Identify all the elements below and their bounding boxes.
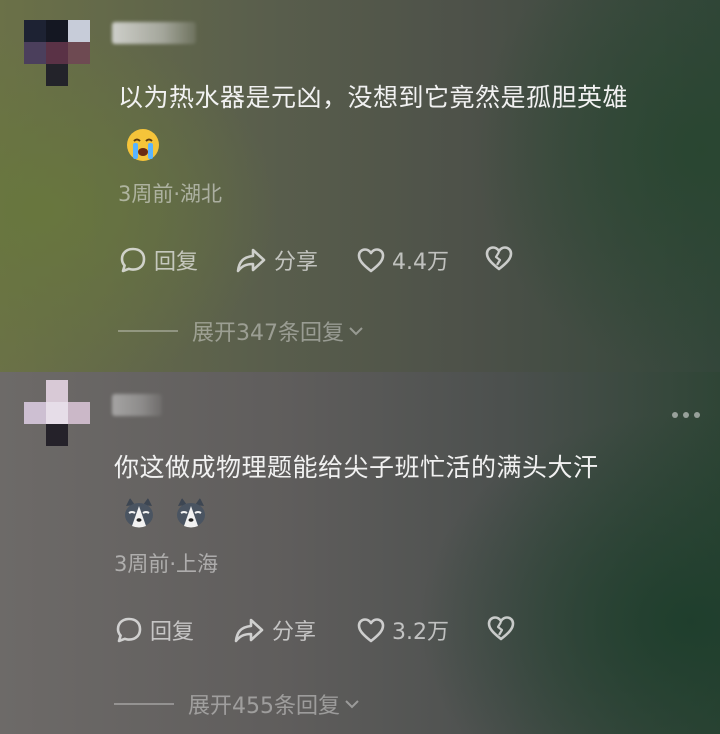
reply-label: 回复 (150, 620, 195, 645)
share-button[interactable]: 分享 (234, 244, 318, 276)
expand-replies-label: 展开455条回复 (188, 694, 340, 719)
chevron-down-icon (349, 327, 363, 336)
comment-bubble-icon (120, 247, 146, 273)
crying-face-icon (127, 129, 159, 161)
like-button[interactable]: 3.2万 (356, 614, 449, 646)
more-dot (694, 412, 700, 418)
comment-actions: 回复 分享 4.4万 (0, 244, 720, 278)
divider-line (118, 330, 178, 332)
like-button[interactable]: 4.4万 (356, 244, 449, 276)
username-blurred[interactable] (112, 394, 162, 416)
reply-label: 回复 (154, 250, 199, 275)
more-dot (683, 412, 689, 418)
share-button[interactable]: 分享 (232, 614, 316, 646)
reply-button[interactable]: 回复 (114, 614, 194, 646)
avatar[interactable] (24, 20, 90, 92)
chevron-down-icon (345, 700, 359, 709)
avatar[interactable] (24, 380, 90, 452)
comment-text: 你这做成物理题能给尖子班忙活的满头大汗 (114, 453, 599, 482)
comment-meta: 3周前·上海 (114, 552, 219, 576)
like-count: 4.4万 (392, 250, 449, 275)
comment-card-2: 你这做成物理题能给尖子班忙活的满头大汗 3周前·上海 回复 分享 3.2万 展开… (0, 372, 720, 734)
dislike-button[interactable] (486, 614, 516, 642)
comment-meta: 3周前·湖北 (118, 182, 223, 206)
like-count: 3.2万 (392, 620, 449, 645)
expand-replies-button[interactable]: 展开347条回复 (118, 315, 364, 347)
reply-button[interactable]: 回复 (118, 244, 198, 276)
share-label: 分享 (272, 620, 317, 645)
husky-dog-face-icon (125, 498, 153, 528)
divider-line (114, 703, 174, 705)
heart-icon (357, 618, 385, 643)
share-arrow-icon (236, 248, 266, 273)
dislike-button[interactable] (484, 244, 514, 272)
expand-replies-label: 展开347条回复 (192, 321, 344, 346)
comment-actions: 回复 分享 3.2万 (0, 614, 720, 648)
more-options-button[interactable] (672, 412, 700, 418)
username-blurred[interactable] (112, 22, 196, 44)
share-label: 分享 (274, 250, 319, 275)
comment-card-1: 以为热水器是元凶，没想到它竟然是孤胆英雄 3周前·湖北 回复 分享 4.4万 展… (0, 0, 720, 372)
broken-heart-icon (485, 246, 513, 271)
comment-text: 以为热水器是元凶，没想到它竟然是孤胆英雄 (118, 83, 629, 112)
husky-dog-face-icon (177, 498, 205, 528)
broken-heart-icon (487, 616, 515, 641)
expand-replies-button[interactable]: 展开455条回复 (114, 688, 360, 720)
comment-bubble-icon (116, 617, 142, 643)
more-dot (672, 412, 678, 418)
share-arrow-icon (234, 618, 264, 643)
heart-icon (357, 248, 385, 273)
